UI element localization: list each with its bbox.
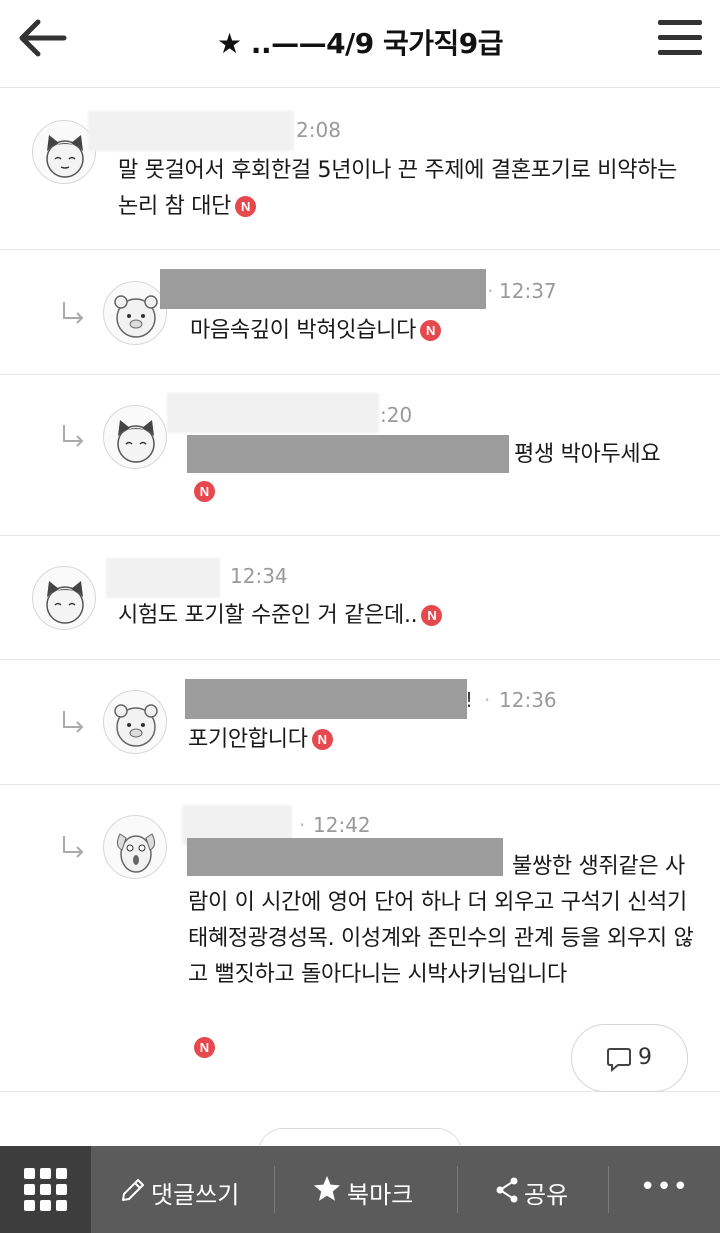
comment-time: 12:36 xyxy=(499,688,557,712)
write-comment-label: 댓글쓰기 xyxy=(151,1181,240,1209)
write-comment-button[interactable]: 댓글쓰기 xyxy=(91,1146,274,1233)
pencil-icon xyxy=(122,1179,144,1201)
comment-text: 포기안합니다 N xyxy=(188,722,688,758)
separator-dot: · xyxy=(299,813,306,837)
app-header: ★ ..——4/9 국가직9급 xyxy=(0,0,720,88)
reply-arrow-icon xyxy=(63,302,84,324)
more-options-icon: ••• xyxy=(640,1172,690,1202)
avatar[interactable] xyxy=(32,120,96,184)
comment-text: 불쌍한 생쥐같은 사람이 이 시간에 영어 단어 하나 더 외우고 구석기 신석… xyxy=(188,854,694,987)
comment-body: 말 못걸어서 후회한걸 5년이나 끈 주제에 결혼포기로 비약하는 논리 참 대… xyxy=(118,158,678,219)
bookmark-button[interactable]: 북마크 xyxy=(275,1146,457,1233)
cat-avatar-icon xyxy=(117,420,155,463)
comment-text: 말 못걸어서 후회한걸 5년이나 끈 주제에 결혼포기로 비약하는 논리 참 대… xyxy=(118,153,688,225)
separator-dot: · xyxy=(484,688,491,712)
comment-time: 12:37 xyxy=(499,279,557,303)
mentioned-name xyxy=(187,435,509,473)
reply-item: :20 평생 박아두세요 N xyxy=(0,375,720,536)
star-icon xyxy=(314,1176,340,1201)
new-badge: N xyxy=(194,1037,215,1058)
cat-avatar-icon xyxy=(46,135,84,178)
grid-menu-button[interactable] xyxy=(0,1146,91,1233)
hamburger-menu-icon[interactable] xyxy=(654,14,706,62)
share-label: 공유 xyxy=(524,1181,569,1209)
comment-body: 마음속깊이 박혀잇습니다 xyxy=(190,318,417,343)
bear-avatar-icon xyxy=(114,295,158,338)
dog-avatar-icon xyxy=(116,833,156,873)
more-options-button[interactable]: ••• xyxy=(609,1146,720,1233)
new-badge: N xyxy=(311,729,333,750)
author-name[interactable] xyxy=(106,558,220,598)
reply-count-value: 9 xyxy=(638,1045,652,1070)
avatar[interactable] xyxy=(103,690,167,754)
author-name[interactable] xyxy=(167,393,379,433)
separator-dot: · xyxy=(487,279,494,303)
comment-body: 포기안합니다 xyxy=(188,727,308,752)
avatar[interactable] xyxy=(32,566,96,630)
share-icon xyxy=(496,1177,518,1203)
author-name[interactable] xyxy=(88,111,294,151)
bear-avatar-icon xyxy=(114,704,158,747)
reply-arrow-icon xyxy=(63,425,84,447)
reply-item: · 12:37 마음속깊이 박혀잇습니다 N xyxy=(0,250,720,375)
avatar[interactable] xyxy=(103,815,167,879)
bottom-toolbar: 댓글쓰기 북마크 공유 ••• xyxy=(0,1146,720,1233)
avatar[interactable] xyxy=(103,405,167,469)
new-badge: N xyxy=(235,196,257,217)
comment-text: 마음속깊이 박혀잇습니다 N xyxy=(190,313,690,349)
reply-arrow-icon xyxy=(63,711,84,733)
speech-bubble-icon xyxy=(607,1048,631,1072)
new-badge: N xyxy=(420,320,442,341)
author-name[interactable] xyxy=(185,679,467,719)
comment-item: 12:34 시험도 포기할 수준인 거 같은데.. N xyxy=(0,536,720,660)
author-name-tail: ! xyxy=(465,688,474,712)
new-badge: N xyxy=(421,605,443,626)
comment-time: 2:08 xyxy=(296,118,341,142)
reply-arrow-icon xyxy=(63,836,84,858)
avatar[interactable] xyxy=(103,281,167,345)
grid-icon xyxy=(24,1168,67,1211)
comment-time: 12:34 xyxy=(230,564,288,588)
bookmark-label: 북마크 xyxy=(347,1181,414,1209)
comment-time: 12:42 xyxy=(313,813,371,837)
comment-text: 평생 박아두세요 xyxy=(514,442,661,467)
comment-item: 2:08 말 못걸어서 후회한걸 5년이나 끈 주제에 결혼포기로 비약하는 논… xyxy=(0,89,720,250)
cat-avatar-icon xyxy=(46,581,84,624)
page-title: ★ ..——4/9 국가직9급 xyxy=(216,27,504,60)
reply-item: ! · 12:36 포기안합니다 N xyxy=(0,660,720,785)
share-button[interactable]: 공유 xyxy=(458,1146,608,1233)
comment-time: :20 xyxy=(380,403,413,427)
reply-count-button[interactable]: 9 xyxy=(571,1024,688,1092)
comment-text: 시험도 포기할 수준인 거 같은데.. N xyxy=(118,598,688,634)
author-name[interactable] xyxy=(160,269,486,309)
new-badge: N xyxy=(194,481,215,502)
comment-body: 시험도 포기할 수준인 거 같은데.. xyxy=(118,603,418,628)
